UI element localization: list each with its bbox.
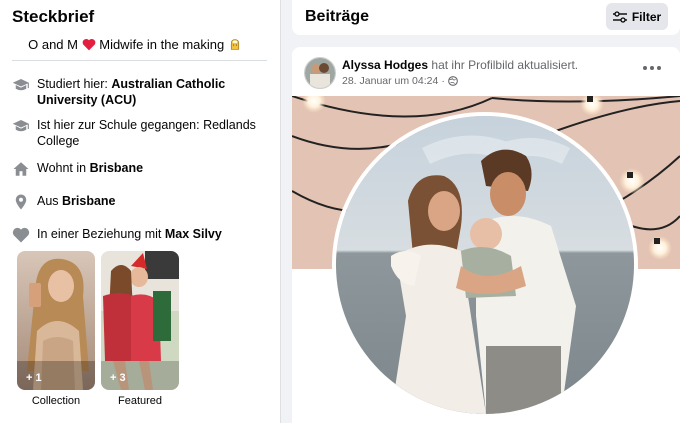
info-relationship: In einer Beziehung mit Max Silvy [12, 226, 267, 244]
post-card: Alyssa Hodges hat ihr Profilbild aktuali… [292, 47, 680, 423]
author-avatar[interactable] [304, 57, 336, 89]
author-name-link[interactable]: Alyssa Hodges [342, 58, 428, 72]
info-university: Studiert hier: Australian Catholic Unive… [12, 76, 267, 108]
collection-photo [17, 251, 95, 390]
posts-title: Beiträge [305, 8, 370, 25]
graduation-cap-icon [12, 79, 29, 91]
info-prefix: Wohnt in [37, 161, 90, 175]
heart-icon [12, 227, 30, 243]
location-pin-icon [15, 194, 27, 210]
home-icon [13, 162, 29, 176]
nurse-emoji-icon [230, 39, 239, 50]
featured-label[interactable]: Featured [101, 395, 179, 407]
filter-label: Filter [631, 9, 662, 24]
featured-count: + 3 [110, 372, 126, 384]
bio-after: Midwife in the making [99, 37, 225, 53]
filter-sliders-icon [612, 10, 627, 23]
intro-card: Steckbrief O and M Midwife in the making… [0, 0, 281, 423]
collection-label[interactable]: Collection [17, 395, 95, 407]
globe-icon[interactable] [447, 76, 458, 86]
avatar-image [305, 58, 335, 88]
featured-highlights-thumbnail[interactable]: + 3 [101, 251, 179, 390]
profile-picture[interactable] [332, 112, 638, 418]
info-lives-in: Wohnt in Brisbane [12, 160, 267, 178]
post-action-text: hat ihr Profilbild aktualisiert. [431, 58, 579, 72]
post-meta: 28. Januar um 04:24 · [342, 75, 458, 87]
more-horizontal-icon[interactable] [642, 63, 662, 73]
graduation-cap-icon [12, 120, 29, 132]
family-beach-photo [336, 116, 634, 414]
intro-divider [12, 60, 267, 61]
post-timestamp[interactable]: 28. Januar um 04:24 [342, 75, 438, 87]
bio-text: O and M Midwife in the making [0, 36, 270, 52]
school-text: Ist hier zur Schule gegangen: Redlands C… [37, 118, 256, 148]
post-header-text: Alyssa Hodges hat ihr Profilbild aktuali… [342, 58, 578, 72]
filter-button[interactable]: Filter [606, 3, 668, 30]
from-link[interactable]: Brisbane [62, 194, 116, 208]
lives-in-link[interactable]: Brisbane [90, 161, 144, 175]
intro-title: Steckbrief [12, 7, 95, 26]
bio-before: O and M [28, 37, 78, 53]
posts-header: Beiträge Filter [292, 0, 680, 35]
info-prefix: Studiert hier: [37, 77, 112, 91]
partner-link[interactable]: Max Silvy [165, 227, 222, 241]
info-from: Aus Brisbane [12, 193, 267, 211]
info-prefix: Aus [37, 194, 63, 208]
info-prefix: In einer Beziehung mit [37, 227, 165, 241]
collection-count: + 1 [26, 372, 42, 384]
featured-photo [101, 251, 179, 390]
featured-collection-thumbnail[interactable]: + 1 [17, 251, 95, 390]
info-school: Ist hier zur Schule gegangen: Redlands C… [12, 117, 267, 149]
red-heart-emoji-icon [82, 39, 95, 51]
